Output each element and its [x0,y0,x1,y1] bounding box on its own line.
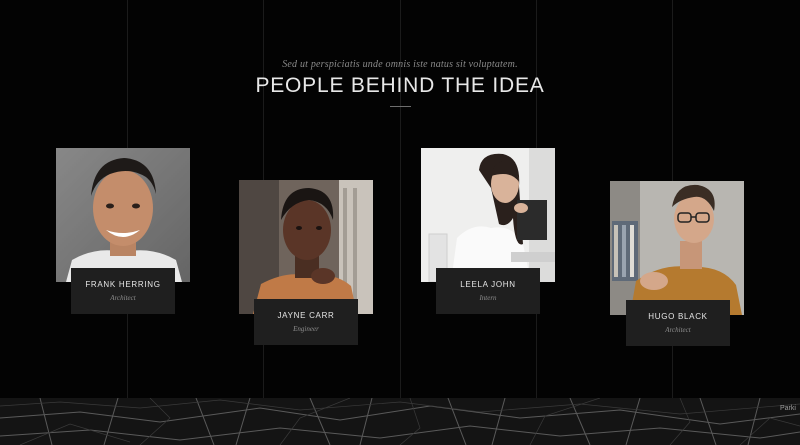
team-member-role: Architect [665,326,691,334]
team-member-photo-hugo-black[interactable] [610,181,744,315]
title-divider [390,106,411,107]
team-member-caption: HUGO BLACK Architect [626,300,730,346]
team-member-name: FRANK HERRING [85,280,161,289]
map-background[interactable]: Parki [0,398,800,445]
team-member-caption: FRANK HERRING Architect [71,268,175,314]
team-member-name: JAYNE CARR [277,311,335,320]
street-map-lines [0,398,800,445]
section-title: PEOPLE BEHIND THE IDEA [255,74,545,97]
portrait-woman-thinking [239,180,373,314]
team-member-caption: JAYNE CARR Engineer [254,299,358,345]
portrait-woman-at-laptop [421,148,555,282]
team-member-role: Architect [110,294,136,302]
team-member-name: LEELA JOHN [460,280,516,289]
team-member-photo-frank-herring[interactable] [56,148,190,282]
team-section: Sed ut perspiciatis unde omnis iste natu… [0,0,800,445]
team-member-name: HUGO BLACK [648,312,708,321]
team-member-caption: LEELA JOHN Intern [436,268,540,314]
section-subtitle: Sed ut perspiciatis unde omnis iste natu… [282,59,518,70]
team-member-role: Engineer [293,325,319,333]
map-street-label: Parki [780,405,796,412]
team-member-photo-leela-john[interactable] [421,148,555,282]
team-member-photo-jayne-carr[interactable] [239,180,373,314]
portrait-man-smiling [56,148,190,282]
portrait-man-with-glasses [610,181,744,315]
team-member-role: Intern [479,294,497,302]
